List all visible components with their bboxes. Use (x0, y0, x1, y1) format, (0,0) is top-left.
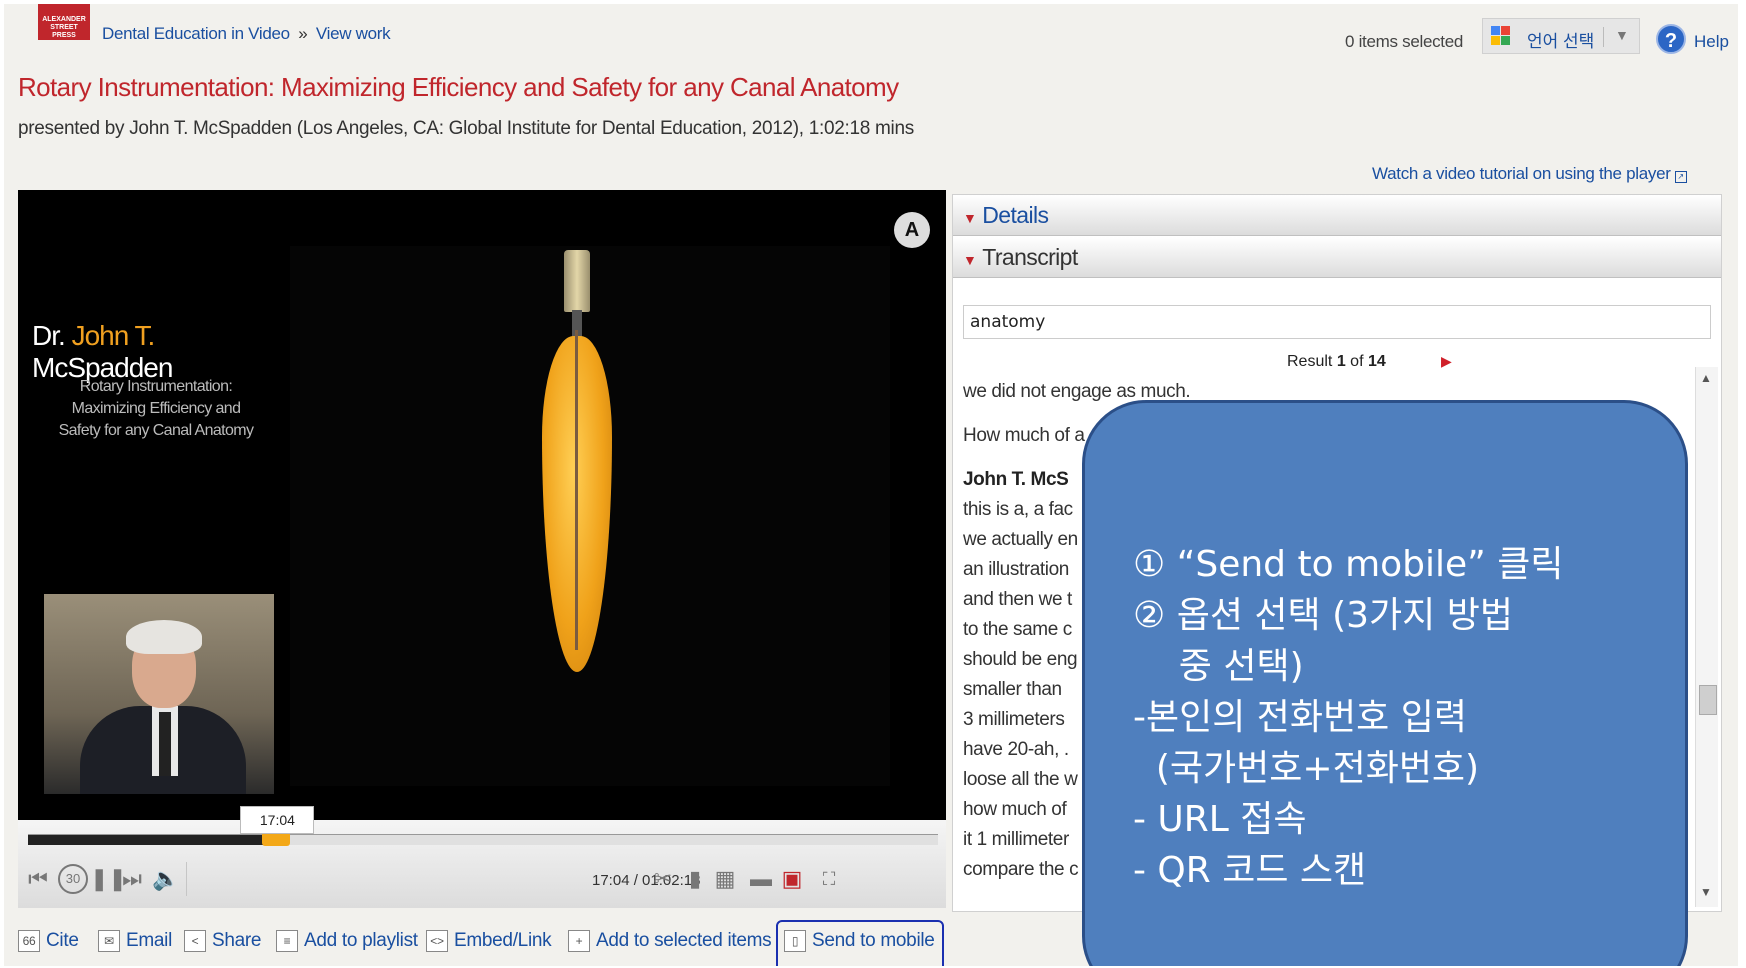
alexander-street-watermark-icon: A (894, 212, 930, 248)
fullscreen-icon[interactable]: ⛶ (814, 862, 844, 896)
video-title-card: Dr. John T. McSpadden Rotary Instrumenta… (18, 190, 280, 820)
seek-bar-progress (28, 835, 277, 845)
cite-icon: 66 (18, 930, 40, 952)
cite-button[interactable]: 66 Cite (18, 930, 79, 952)
file-in-canal-image (575, 330, 578, 650)
chevron-down-icon[interactable]: ▼ (1615, 27, 1629, 43)
help-icon[interactable]: ? (1656, 24, 1686, 54)
transcript-accordion[interactable]: ▼ Transcript (953, 237, 1721, 278)
volume-icon[interactable]: 🔈 (150, 862, 182, 896)
presenter-name: Dr. John T. McSpadden (32, 320, 173, 383)
bookmark-icon[interactable]: ▮ (682, 862, 708, 896)
plus-icon: + (568, 930, 590, 952)
scroll-thumb[interactable] (1699, 685, 1717, 715)
fast-forward-icon[interactable]: ⏭ (118, 862, 146, 896)
seek-handle[interactable] (262, 832, 291, 846)
video-tutorial-link[interactable]: Watch a video tutorial on using the play… (1372, 164, 1687, 184)
grid-icon[interactable]: ▦ (710, 862, 740, 896)
video-subtitle: Rotary Instrumentation: Maximizing Effic… (58, 378, 254, 439)
share-icon: < (184, 930, 206, 952)
add-to-playlist-button[interactable]: ≡ Add to playlist (276, 930, 418, 952)
embed-link-button[interactable]: <> Embed/Link (426, 930, 552, 952)
breadcrumb: Dental Education in Video » View work (102, 24, 391, 44)
breadcrumb-separator: » (298, 24, 308, 43)
triangle-down-icon: ▼ (963, 210, 977, 226)
file-handle-image (564, 250, 590, 312)
details-accordion[interactable]: ▼ Details (953, 195, 1721, 236)
divider (1603, 27, 1604, 47)
callout-line: -본인의 전화번호 입력 (1133, 697, 1467, 738)
rewind-icon[interactable]: ⏮ (24, 862, 52, 896)
scroll-down-icon[interactable]: ▼ (1700, 885, 1712, 899)
add-to-selected-button[interactable]: + Add to selected items (568, 930, 772, 952)
send-to-mobile-highlight (776, 920, 944, 966)
callout-line: - QR 코드 스캔 (1133, 850, 1367, 891)
breadcrumb-current[interactable]: View work (316, 24, 391, 43)
layout-small-icon[interactable]: ▬ (748, 862, 774, 896)
page-title: Rotary Instrumentation: Maximizing Effic… (18, 72, 899, 102)
list-icon: ≡ (276, 930, 298, 952)
share-button[interactable]: < Share (184, 930, 262, 952)
language-select[interactable]: 언어 선택 ▼ (1482, 18, 1640, 54)
transcript-scrollbar[interactable]: ▲ ▼ (1695, 367, 1718, 907)
callout-line: ② 옵션 선택 (3가지 방법 (1133, 595, 1513, 636)
divider (186, 862, 187, 896)
presenter-video-inset (44, 594, 274, 794)
search-result-counter: Result 1 of 14 (1287, 353, 1386, 370)
callout-line: - URL 접속 (1133, 799, 1307, 840)
breadcrumb-collection-link[interactable]: Dental Education in Video (102, 24, 290, 43)
external-link-icon: ↗ (1674, 171, 1687, 183)
email-button[interactable]: ✉ Email (98, 930, 172, 952)
help-link[interactable]: Help (1694, 32, 1729, 52)
embed-icon: <> (426, 930, 448, 952)
next-result-icon[interactable]: ▶ (1441, 353, 1452, 370)
transcript-search-input[interactable]: anatomy (963, 305, 1711, 339)
google-translate-icon (1491, 26, 1511, 48)
seek-bar[interactable] (28, 834, 938, 845)
callout-line: 중 선택) (1133, 646, 1304, 687)
scissors-icon[interactable]: ✂ (648, 862, 678, 896)
work-byline: presented by John T. McSpadden (Los Ange… (18, 118, 914, 139)
page: ALEXANDER STREET PRESS Dental Education … (4, 4, 1738, 966)
current-time-tooltip: 17:04 (240, 806, 315, 834)
scroll-up-icon[interactable]: ▲ (1700, 371, 1712, 385)
language-select-label: 언어 선택 (1527, 32, 1595, 51)
skip-back-30-button[interactable]: 30 (56, 862, 90, 896)
callout-line: ① “Send to mobile” 클릭 (1133, 544, 1564, 585)
items-selected-count[interactable]: 0 items selected (1345, 32, 1463, 52)
layout-wide-icon[interactable]: ▣ (776, 862, 808, 896)
publisher-logo[interactable]: ALEXANDER STREET PRESS (38, 4, 90, 40)
pause-icon[interactable]: ❚❚ (90, 862, 127, 896)
triangle-down-icon: ▼ (963, 252, 977, 268)
envelope-icon: ✉ (98, 930, 120, 952)
callout-line: (국가번호+전화번호) (1133, 748, 1480, 789)
player-controls: 17:04 ⏮ 30 ❚❚ ⏭ 🔈 17:04 / 01:02:18 ✂ ▮ ▦… (18, 806, 946, 908)
instruction-callout: ① “Send to mobile” 클릭 ② 옵션 선택 (3가지 방법 중 선… (1082, 400, 1688, 966)
video-player[interactable]: Dr. John T. McSpadden Rotary Instrumenta… (18, 190, 946, 820)
